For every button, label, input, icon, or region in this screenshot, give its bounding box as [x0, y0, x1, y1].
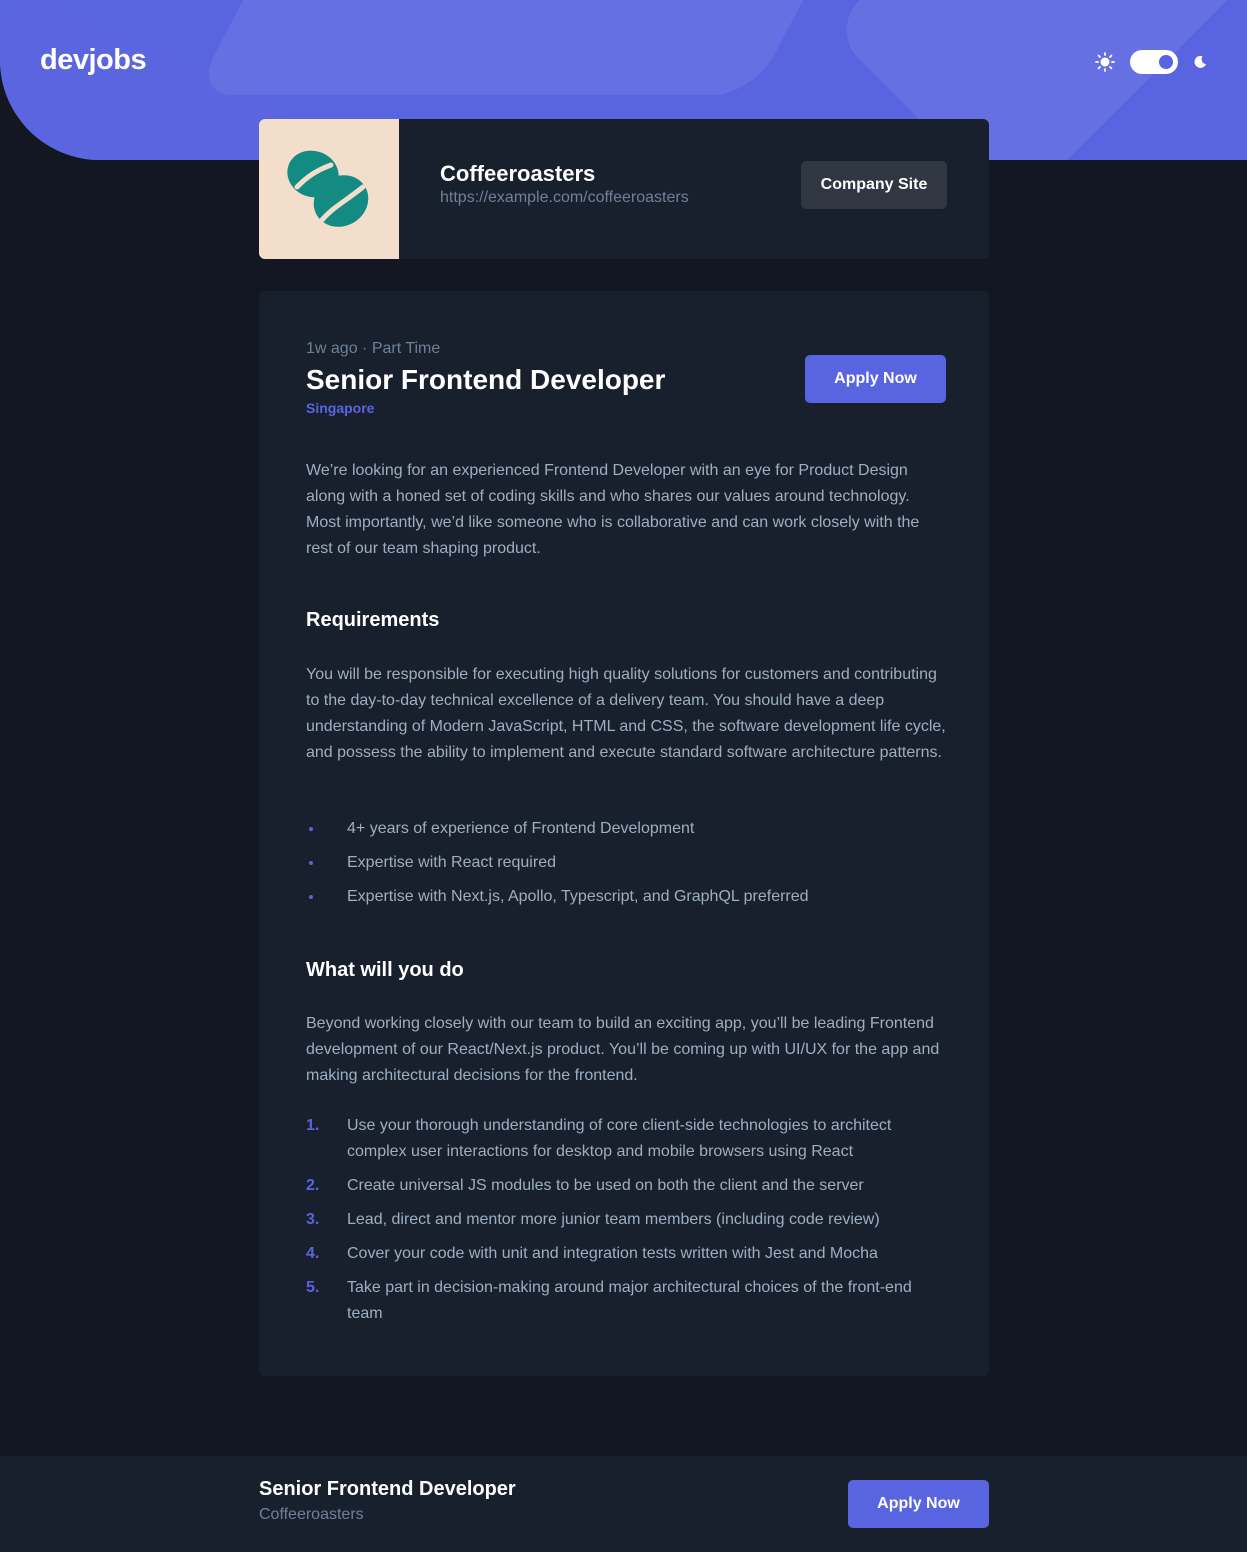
list-item: Expertise with Next.js, Apollo, Typescri… — [306, 884, 946, 910]
sun-icon — [1095, 52, 1115, 72]
devjobs-logo[interactable]: devjobs — [40, 44, 147, 77]
company-url[interactable]: https://example.com/coffeeroasters — [440, 189, 689, 207]
job-meta: 1w ago · Part Time — [306, 340, 441, 357]
footer-job-title: Senior Frontend Developer — [259, 1478, 516, 1500]
footer-apply-now-button[interactable]: Apply Now — [848, 1480, 989, 1528]
company-card: Coffeeroasters https://example.com/coffe… — [259, 119, 989, 259]
job-detail-card: 1w ago · Part Time Senior Frontend Devel… — [259, 291, 989, 1376]
list-item: 2. Create universal JS modules to be used… — [306, 1177, 864, 1194]
moon-icon — [1193, 55, 1207, 69]
role-list: 1. Use your thorough understanding of cor… — [306, 1113, 946, 1327]
bullet-icon — [309, 861, 313, 865]
role-content: Beyond working closely with our team to … — [306, 1015, 940, 1084]
requirements-title: Requirements — [306, 609, 440, 631]
switch-knob — [1159, 55, 1173, 69]
role-title: What will you do — [306, 959, 464, 981]
apply-now-button[interactable]: Apply Now — [805, 355, 946, 403]
theme-switch[interactable] — [1130, 50, 1178, 74]
company-site-button[interactable]: Company Site — [801, 161, 947, 209]
job-location: Singapore — [306, 400, 375, 416]
job-title: Senior Frontend Developer — [306, 364, 666, 395]
list-item: 4. Cover your code with unit and integrat… — [306, 1245, 878, 1262]
requirements-list: 4+ years of experience of Frontend Devel… — [306, 816, 946, 910]
list-item: 4+ years of experience of Frontend Devel… — [306, 816, 946, 842]
bullet-icon — [309, 827, 313, 831]
list-item: Expertise with React required — [306, 850, 946, 876]
coffee-beans-icon — [287, 150, 369, 227]
company-name: Coffeeroasters — [440, 161, 596, 186]
company-logo — [259, 119, 399, 259]
requirements-content: You will be responsible for executing hi… — [306, 666, 946, 761]
job-description: We’re looking for an experienced Fronten… — [306, 462, 920, 557]
bullet-icon — [309, 895, 313, 899]
theme-toggle[interactable] — [1095, 50, 1207, 74]
footer-bar: Senior Frontend Developer Coffeeroasters… — [0, 1456, 1247, 1552]
list-item: 1. Use your thorough understanding of cor… — [306, 1117, 892, 1160]
footer-company-name: Coffeeroasters — [259, 1506, 364, 1523]
list-item: 5. Take part in decision-making around ma… — [306, 1279, 912, 1322]
list-item: 3. Lead, direct and mentor more junior te… — [306, 1211, 880, 1228]
